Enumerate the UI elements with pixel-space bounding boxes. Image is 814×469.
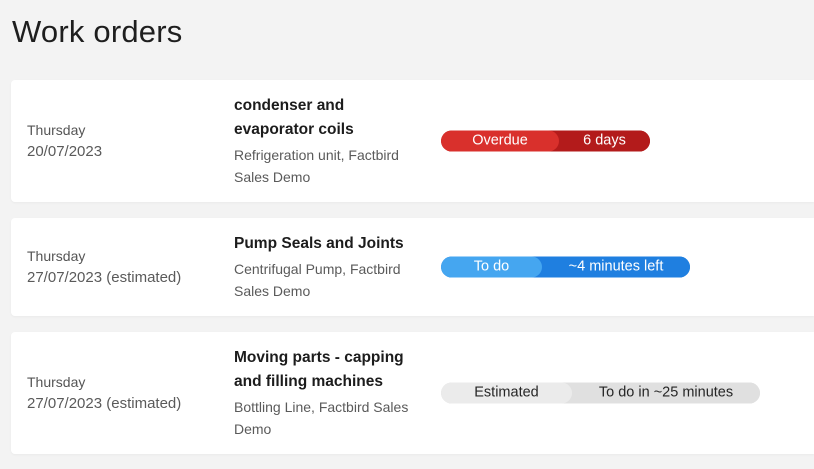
work-order-card[interactable]: Thursday 20/07/2023 condenser and evapor… xyxy=(11,80,814,202)
title-line: evaporator coils xyxy=(234,121,354,138)
work-order-asset: Refrigeration unit, Factbird Sales Demo xyxy=(234,144,424,188)
work-order-info: Moving parts - capping and filling machi… xyxy=(234,346,424,440)
due-date: Thursday 27/07/2023 (estimated) xyxy=(27,246,181,288)
status-badge: Overdue 6 days xyxy=(441,130,650,152)
due-date: Thursday 27/07/2023 (estimated) xyxy=(27,372,181,414)
asset-line: Refrigeration unit, Factbird xyxy=(234,147,399,163)
work-order-card[interactable]: Thursday 27/07/2023 (estimated) Pump Sea… xyxy=(11,218,814,316)
title-line: Moving parts - capping xyxy=(234,349,404,366)
due-weekday: Thursday xyxy=(27,374,86,390)
due-weekday: Thursday xyxy=(27,122,86,138)
due-weekday: Thursday xyxy=(27,248,86,264)
work-order-asset: Bottling Line, Factbird Sales Demo xyxy=(234,396,424,440)
work-order-card[interactable]: Thursday 27/07/2023 (estimated) Moving p… xyxy=(11,332,814,454)
asset-line: Bottling Line, Factbird Sales xyxy=(234,399,409,415)
status-badge: To do ~4 minutes left xyxy=(441,256,690,278)
due-date-value: 27/07/2023 (estimated) xyxy=(27,269,182,286)
asset-line: Sales Demo xyxy=(234,283,311,299)
status-badge: Estimated To do in ~25 minutes xyxy=(441,382,760,404)
work-order-title: Pump Seals and Joints xyxy=(234,232,424,256)
work-order-title: Moving parts - capping and filling machi… xyxy=(234,346,424,394)
asset-line: Sales Demo xyxy=(234,169,311,185)
title-line: Pump Seals and Joints xyxy=(234,235,404,252)
work-order-info: condenser and evaporator coils Refrigera… xyxy=(234,94,424,188)
work-order-info: Pump Seals and Joints Centrifugal Pump, … xyxy=(234,232,424,302)
status-detail: 6 days xyxy=(549,130,650,152)
due-date-value: 20/07/2023 xyxy=(27,143,103,160)
asset-line: Centrifugal Pump, Factbird xyxy=(234,261,401,277)
status-label: To do xyxy=(441,256,542,278)
status-detail: ~4 minutes left xyxy=(532,256,690,278)
status-detail: To do in ~25 minutes xyxy=(562,382,760,404)
title-line: and filling machines xyxy=(234,373,383,390)
asset-line: Demo xyxy=(234,421,272,437)
due-date: Thursday 20/07/2023 xyxy=(27,120,102,162)
work-order-asset: Centrifugal Pump, Factbird Sales Demo xyxy=(234,258,424,302)
due-date-value: 27/07/2023 (estimated) xyxy=(27,395,182,412)
title-line: condenser and xyxy=(234,97,345,114)
page-title: Work orders xyxy=(12,14,183,49)
status-label: Estimated xyxy=(441,382,572,404)
work-order-title: condenser and evaporator coils xyxy=(234,94,424,142)
status-label: Overdue xyxy=(441,130,559,152)
